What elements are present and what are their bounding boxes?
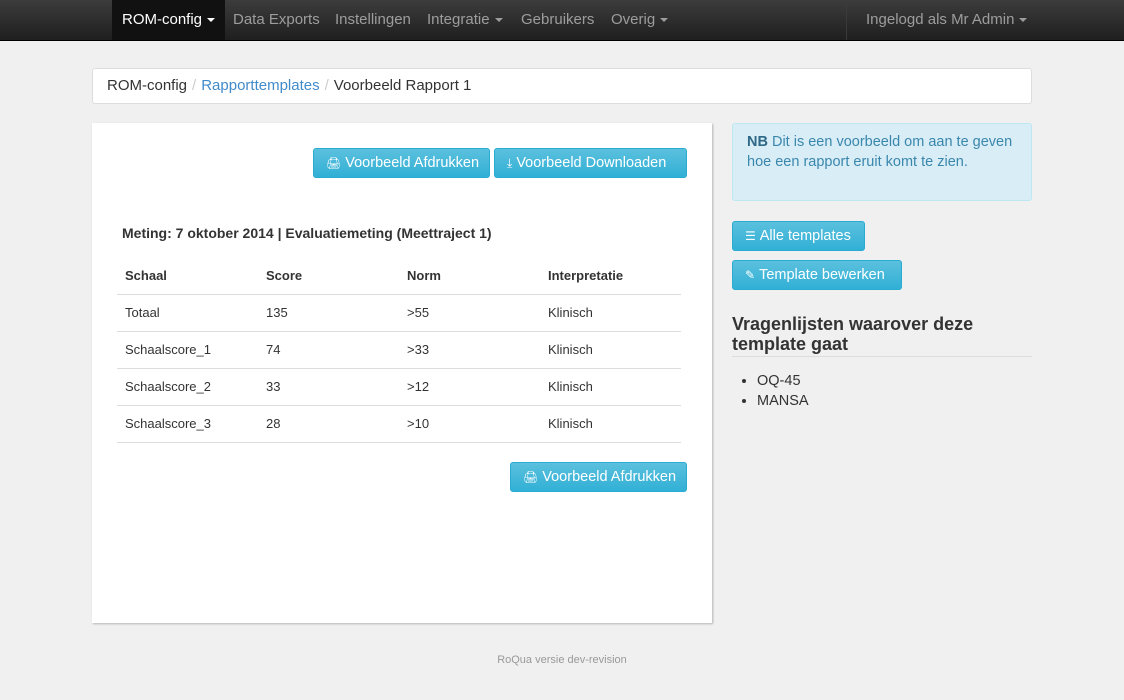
breadcrumb-current: Voorbeeld Rapport 1 [333, 77, 472, 94]
all-templates-label: Alle templates [759, 228, 851, 244]
nav-item-label: Integratie [427, 11, 490, 28]
edit-icon: ✎ [745, 268, 756, 282]
list-item: OQ-45 [757, 371, 809, 391]
nav-item-label: Data Exports [233, 11, 320, 28]
column-header-score: Score [258, 257, 399, 295]
column-header-interpretatie: Interpretatie [540, 257, 681, 295]
column-header-schaal: Schaal [117, 257, 258, 295]
breadcrumb-separator: / [192, 77, 197, 94]
top-navbar: ROM-config Data Exports Instellingen Int… [0, 0, 1124, 41]
caret-down-icon [494, 18, 503, 23]
caret-down-icon [207, 18, 216, 23]
nav-item-gebruikers[interactable]: Gebruikers [511, 0, 604, 40]
nav-brand-label: ROM-config [122, 11, 203, 28]
cell-norm: >55 [399, 294, 540, 332]
table-row: Totaal 135 >55 Klinisch [117, 294, 681, 332]
table-header-row: Schaal Score Norm Interpretatie [117, 257, 681, 295]
cell-schaal: Schaalscore_2 [117, 368, 258, 406]
edit-template-button[interactable]: ✎ Template bewerken [732, 260, 902, 290]
footer-version: RoQua versie dev-revision [497, 654, 627, 666]
nav-item-label: Instellingen [335, 11, 411, 28]
print-icon: 🖨 [523, 470, 539, 484]
breadcrumb-link-rapporttemplates[interactable]: Rapporttemplates [201, 77, 319, 94]
alert-bold-label: NB [747, 134, 768, 150]
cell-interpretatie: Klinisch [540, 294, 681, 332]
download-preview-label: Voorbeeld Downloaden [516, 155, 667, 171]
print-preview-label: Voorbeeld Afdrukken [345, 155, 480, 171]
nav-item-data-exports[interactable]: Data Exports [223, 0, 330, 40]
nav-item-instellingen[interactable]: Instellingen [325, 0, 421, 40]
info-alert: NB Dit is een voorbeeld om aan te geven … [732, 123, 1032, 201]
nav-item-overig[interactable]: Overig [601, 0, 678, 40]
questionnaires-heading: Vragenlijsten waarover deze template gaa… [732, 314, 1032, 357]
download-preview-button[interactable]: ⤓ Voorbeeld Downloaden [494, 148, 687, 178]
table-row: Schaalscore_1 74 >33 Klinisch [117, 331, 681, 369]
caret-down-icon [1019, 18, 1028, 23]
cell-interpretatie: Klinisch [540, 331, 681, 369]
cell-schaal: Totaal [117, 294, 258, 332]
nav-divider [846, 0, 847, 40]
print-preview-button[interactable]: 🖨 Voorbeeld Afdrukken [313, 148, 490, 178]
cell-score: 74 [258, 331, 399, 369]
table-row: Schaalscore_3 28 >10 Klinisch [117, 405, 681, 443]
nav-user-menu[interactable]: Ingelogd als Mr Admin [856, 0, 1037, 40]
breadcrumb-root: ROM-config [107, 77, 188, 94]
score-table: Schaal Score Norm Interpretatie Totaal 1… [117, 257, 681, 443]
print-preview-bottom-button[interactable]: 🖨 Voorbeeld Afdrukken [510, 462, 687, 492]
cell-norm: >10 [399, 405, 540, 443]
cell-score: 33 [258, 368, 399, 406]
print-icon: 🖨 [326, 156, 342, 170]
breadcrumb: ROM-config / Rapporttemplates / Voorbeeld Ra… [92, 68, 1032, 104]
meting-heading: Meting: 7 oktober 2014 | Evaluatiemeting… [122, 225, 492, 241]
nav-item-integratie[interactable]: Integratie [417, 0, 513, 40]
nav-item-label: Gebruikers [521, 11, 595, 28]
cell-interpretatie: Klinisch [540, 405, 681, 443]
column-header-norm: Norm [399, 257, 540, 295]
all-templates-button[interactable]: ☰ Alle templates [732, 221, 865, 251]
questionnaire-list: OQ-45 MANSA [732, 371, 809, 411]
nav-item-label: Overig [611, 11, 656, 28]
cell-interpretatie: Klinisch [540, 368, 681, 406]
cell-norm: >12 [399, 368, 540, 406]
edit-template-label: Template bewerken [759, 267, 885, 283]
cell-score: 135 [258, 294, 399, 332]
print-preview-bottom-label: Voorbeeld Afdrukken [542, 469, 677, 485]
caret-down-icon [660, 18, 669, 23]
cell-schaal: Schaalscore_1 [117, 331, 258, 369]
cell-score: 28 [258, 405, 399, 443]
report-preview-panel: 🖨 Voorbeeld Afdrukken ⤓ Voorbeeld Download… [92, 123, 712, 623]
breadcrumb-separator: / [324, 77, 329, 94]
alert-text: Dit is een voorbeeld om aan te geven hoe… [747, 134, 1013, 170]
list-icon: ☰ [745, 229, 756, 243]
nav-user-label: Ingelogd als Mr Admin [866, 11, 1015, 28]
nav-brand-rom-config[interactable]: ROM-config [112, 0, 226, 40]
table-row: Schaalscore_2 33 >12 Klinisch [117, 368, 681, 406]
list-item: MANSA [757, 391, 809, 411]
download-circle-icon: ⤓ [507, 156, 513, 170]
cell-norm: >33 [399, 331, 540, 369]
cell-schaal: Schaalscore_3 [117, 405, 258, 443]
